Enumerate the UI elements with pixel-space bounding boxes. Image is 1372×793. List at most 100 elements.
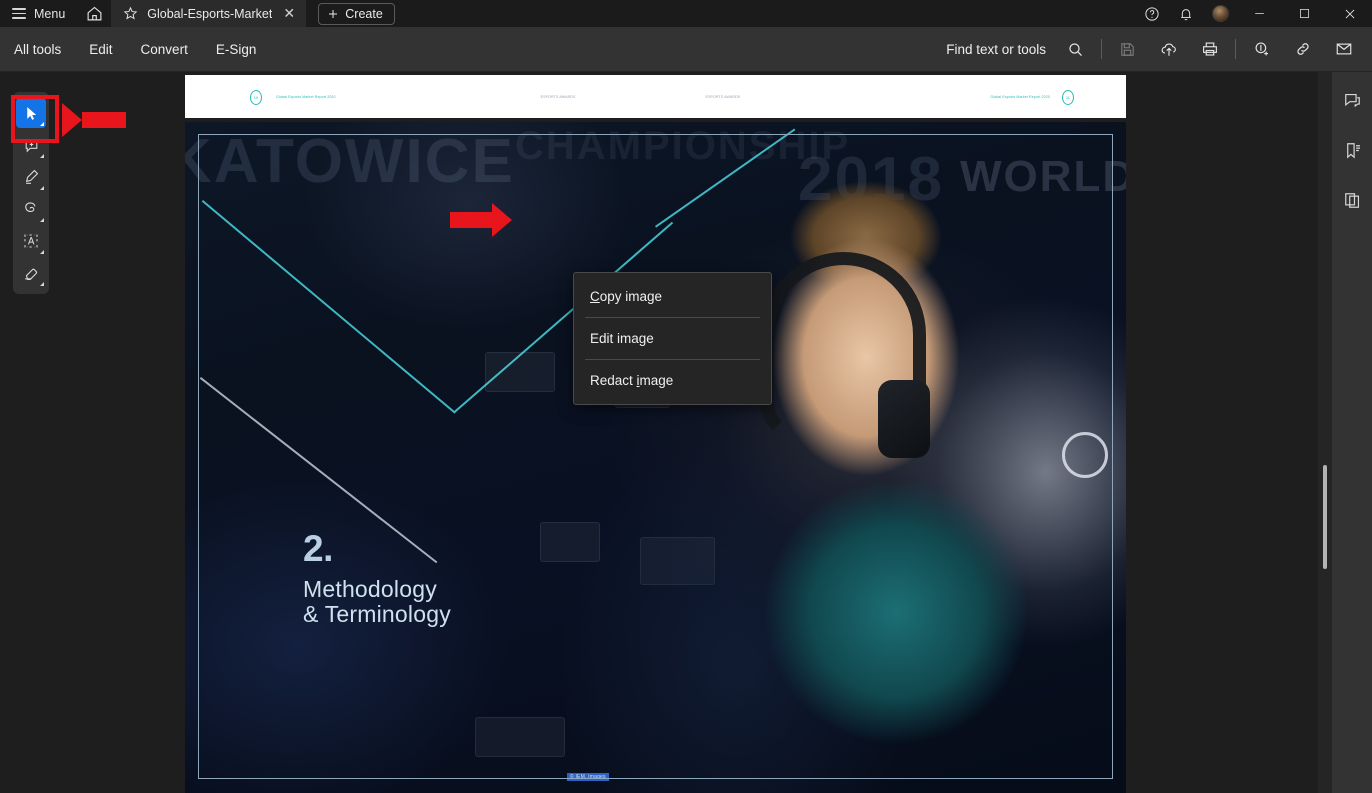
page-thumbnails-panel-button[interactable] (1332, 178, 1372, 222)
star-icon[interactable] (123, 6, 138, 21)
close-icon[interactable]: ✕ (281, 5, 297, 22)
text-box-icon (24, 234, 38, 248)
upload-cloud-icon (1161, 43, 1176, 56)
menu-bar: All tools Edit Convert E-Sign Find text … (0, 27, 1372, 72)
annotation-arrow-to-context-menu (450, 203, 512, 237)
email-button[interactable] (1323, 27, 1364, 72)
toolbar-separator-1 (1101, 39, 1102, 59)
link-icon (1296, 43, 1309, 55)
context-menu-item-edit-image[interactable]: Edit image (574, 318, 771, 359)
document-tab-title: Global-Esports-Market-… (147, 6, 273, 21)
chevron-down-icon (40, 154, 44, 158)
title-bar: Menu Global-Esports-Market-… ✕ Create (0, 0, 1372, 27)
annotation-highlight-box (11, 95, 59, 143)
create-button-label: Create (345, 6, 383, 21)
minimize-icon (1255, 13, 1264, 14)
accent-line-teal-1 (202, 200, 456, 414)
text-select-tool[interactable] (16, 226, 46, 256)
page-header-row: 10 Global Esports Market Report 2020 ESP… (185, 89, 1126, 105)
highlighter-icon (25, 169, 39, 184)
toolbar-separator-2 (1235, 39, 1236, 59)
menu-item-e-sign[interactable]: E-Sign (202, 27, 271, 72)
page-number-right: 11 (1061, 89, 1074, 105)
chevron-down-icon (40, 250, 44, 254)
home-button[interactable] (77, 0, 111, 27)
avatar (1211, 5, 1229, 22)
window-close-icon (1345, 9, 1354, 18)
page-header-strip: 10 Global Esports Market Report 2020 ESP… (185, 75, 1126, 118)
context-menu-item-redact-image[interactable]: Redact image (574, 360, 771, 401)
plus-icon (329, 9, 338, 18)
save-icon (1121, 42, 1134, 56)
chevron-down-icon (40, 282, 44, 286)
page-header-left-text: Global Esports Market Report 2020 (276, 95, 336, 99)
esports-player-photo (566, 142, 1126, 793)
left-tool-rail (0, 72, 62, 793)
menu-button-label: Menu (34, 6, 66, 21)
maximize-button[interactable] (1282, 0, 1327, 27)
page-image[interactable]: KATOWICE CHAMPIONSHIP 2018 WORLD C 2. Me… (185, 122, 1126, 793)
page-number-left: 10 (250, 89, 262, 105)
help-button[interactable] (1135, 0, 1169, 27)
erase-tool[interactable] (16, 258, 46, 288)
menubar-right-group: Find text or tools (946, 27, 1372, 72)
chevron-down-icon (40, 186, 44, 190)
menu-item-edit[interactable]: Edit (75, 27, 126, 72)
highlight-tool[interactable] (16, 162, 46, 192)
share-link-button[interactable] (1282, 27, 1323, 72)
maximize-icon (1300, 9, 1309, 18)
home-icon (87, 6, 102, 21)
save-button[interactable] (1107, 27, 1148, 72)
add-signature-icon (1255, 42, 1268, 56)
notifications-button[interactable] (1169, 0, 1203, 27)
section-number: 2. (303, 528, 333, 569)
bookmark-icon (1346, 142, 1360, 159)
context-menu-item-copy-image[interactable]: Copy image (574, 276, 771, 317)
draw-tool[interactable] (16, 194, 46, 224)
background-word-katowice: KATOWICE (185, 127, 515, 196)
document-tab[interactable]: Global-Esports-Market-… ✕ (111, 0, 307, 27)
section-title: Methodology & Terminology (303, 576, 451, 628)
menu-item-all-tools[interactable]: All tools (0, 27, 75, 72)
scrollbar-thumb[interactable] (1323, 465, 1327, 569)
hamburger-icon (12, 8, 26, 19)
image-context-menu[interactable]: Copy image Edit image Redact image (573, 272, 772, 405)
account-button[interactable] (1203, 0, 1237, 27)
find-label: Find text or tools (946, 41, 1046, 57)
freehand-scribble-icon (25, 202, 36, 213)
print-icon (1202, 42, 1217, 56)
bell-icon (1181, 8, 1191, 20)
chevron-down-icon (40, 218, 44, 222)
minimize-button[interactable] (1237, 0, 1282, 27)
search-button[interactable] (1055, 27, 1096, 72)
menu-item-convert[interactable]: Convert (127, 27, 202, 72)
headset-earcup-shape (878, 380, 930, 458)
page-header-right-text: Global Esports Market Report 2020 (990, 95, 1050, 99)
vertical-scrollbar[interactable] (1318, 72, 1332, 793)
device-shape-1 (485, 352, 555, 392)
device-shape-5 (475, 717, 565, 757)
bookmarks-panel-button[interactable] (1332, 128, 1372, 172)
window-close-button[interactable] (1327, 0, 1372, 27)
page-header-center-text-2: ESPORTS AWARDS (705, 95, 741, 99)
page-header-center-text-1: ESPORTS AWARDS (540, 95, 576, 99)
slide-headline: 2. Methodology & Terminology (303, 530, 451, 628)
annotation-arrow-to-select-tool (62, 103, 126, 137)
help-circle-icon (1145, 6, 1159, 21)
document-viewport[interactable]: 10 Global Esports Market Report 2020 ESP… (62, 72, 1332, 793)
pages-icon (1344, 192, 1359, 208)
search-icon (1069, 42, 1082, 56)
comments-panel-button[interactable] (1332, 78, 1372, 122)
right-panel-rail (1332, 72, 1372, 793)
jersey-logo-shape (1062, 432, 1108, 478)
email-icon (1336, 43, 1351, 55)
add-signature-button[interactable] (1241, 27, 1282, 72)
image-caption: © IEM, Images (567, 773, 609, 781)
create-button[interactable]: Create (318, 2, 395, 25)
menu-button[interactable]: Menu (0, 0, 77, 27)
eraser-icon (25, 268, 38, 280)
titlebar-right-group (1135, 0, 1372, 27)
print-button[interactable] (1189, 27, 1230, 72)
upload-cloud-button[interactable] (1148, 27, 1189, 72)
comment-icon (1344, 93, 1360, 107)
